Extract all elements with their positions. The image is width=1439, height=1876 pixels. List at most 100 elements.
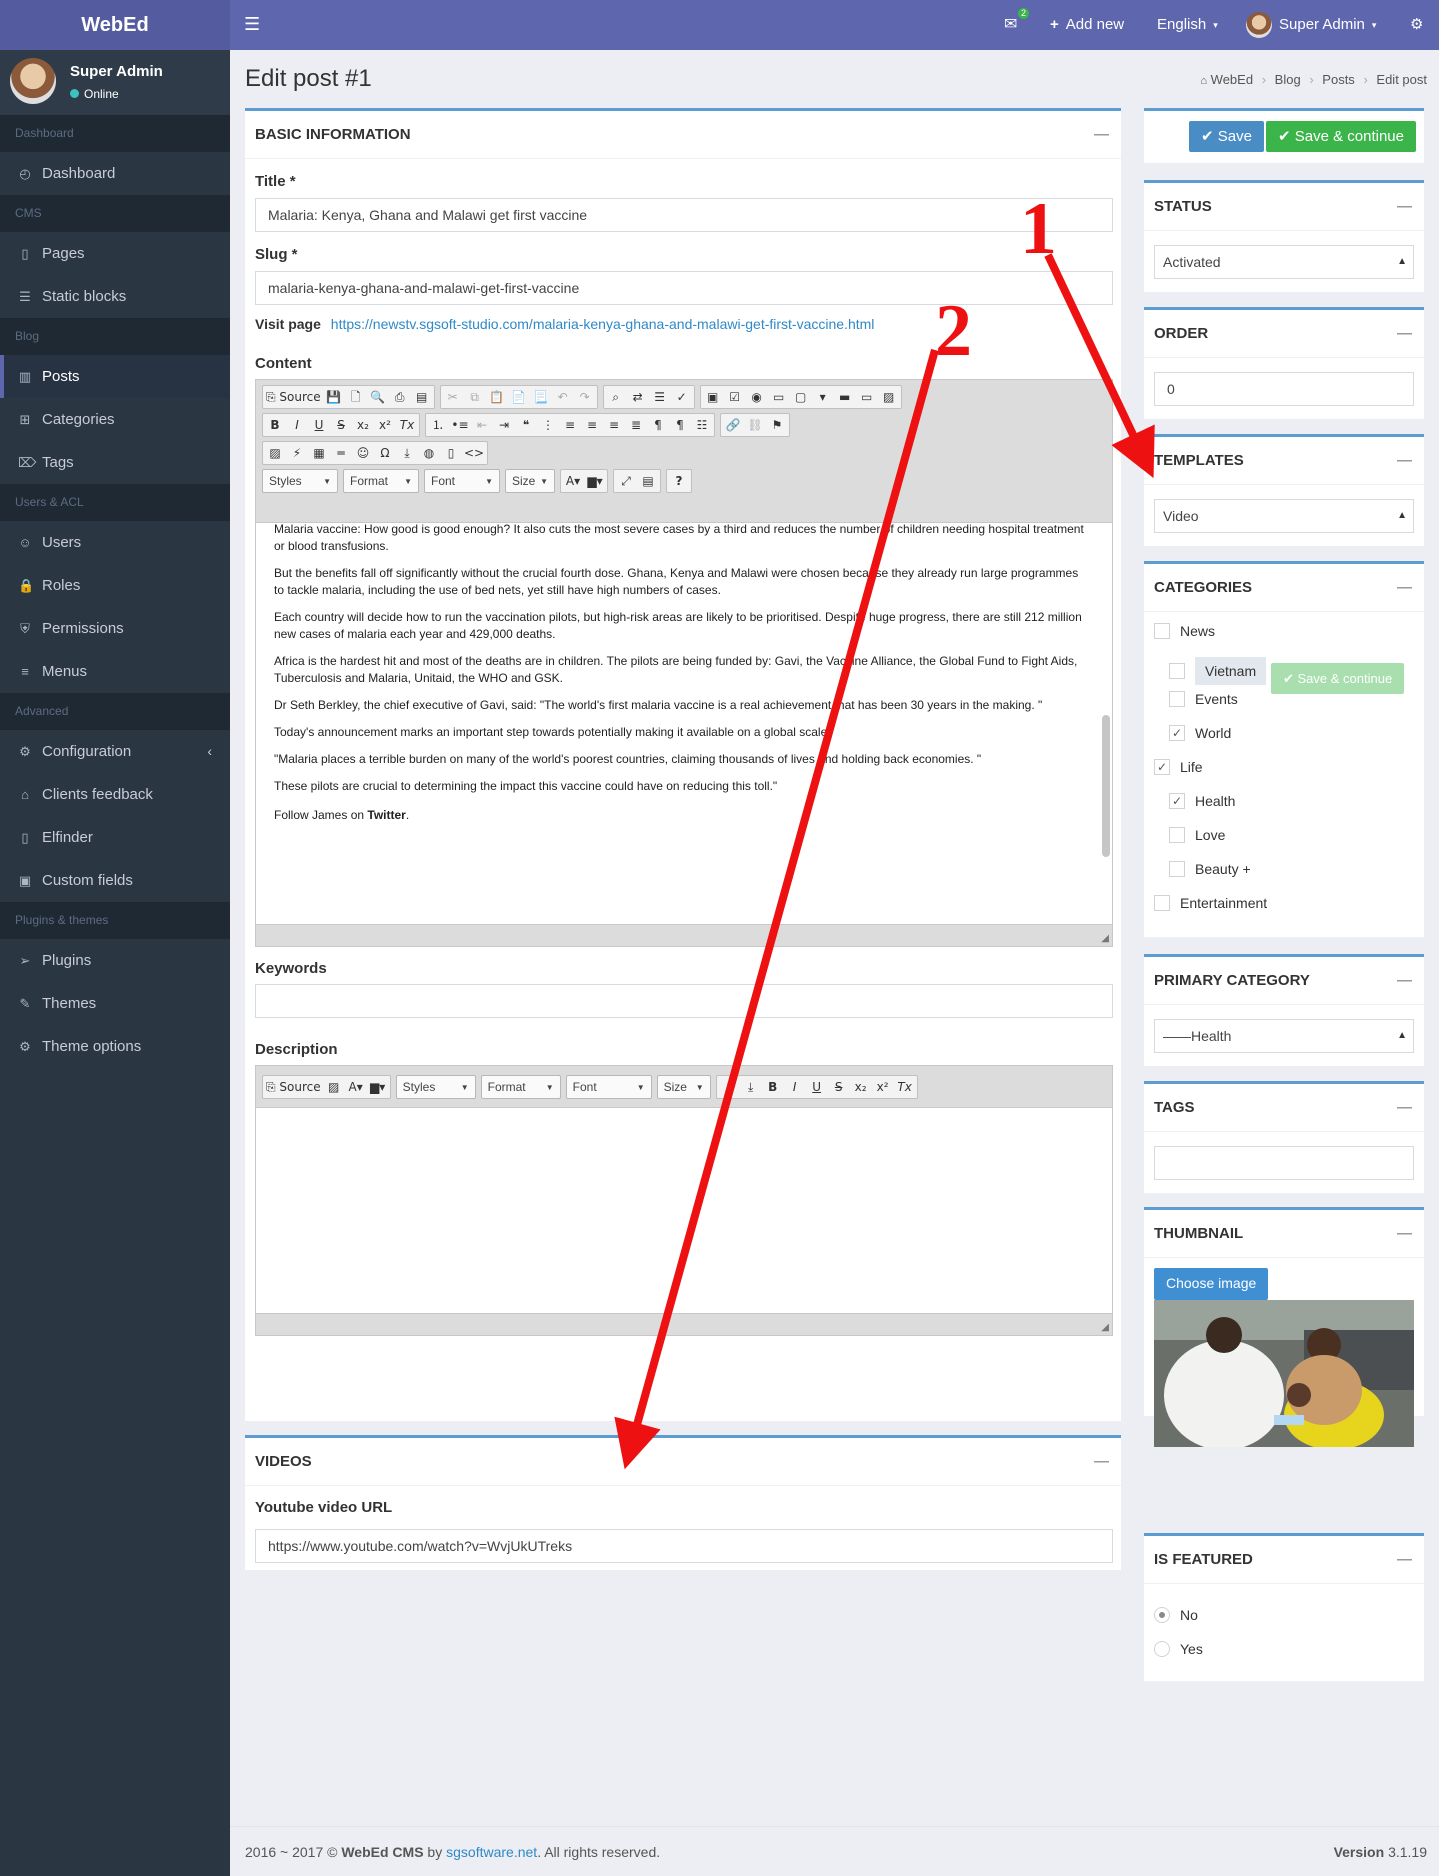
desc-format-select[interactable]: Format ▼ bbox=[480, 1075, 561, 1099]
desc-resize-bar[interactable] bbox=[256, 1313, 1112, 1335]
sidebar-item-plugins[interactable]: ➢ Plugins bbox=[0, 939, 230, 982]
checkbox-icon[interactable] bbox=[1169, 861, 1185, 877]
italic-icon[interactable]: I bbox=[288, 414, 306, 436]
form-icon[interactable]: ▣ bbox=[704, 386, 722, 408]
flash-icon[interactable]: ⚡ bbox=[288, 442, 306, 464]
sidebar-item-theme-options[interactable]: ⚙ Theme options bbox=[0, 1025, 230, 1068]
save-button[interactable]: ✔ Save bbox=[1189, 121, 1264, 152]
radio-icon[interactable] bbox=[1154, 1641, 1170, 1657]
sidebar-item-dashboard[interactable]: ◴ Dashboard bbox=[0, 152, 230, 195]
breadcrumb-webed[interactable]: WebEd bbox=[1211, 72, 1253, 87]
title-input[interactable]: Malaria: Kenya, Ghana and Malawi get fir… bbox=[255, 198, 1113, 232]
editor-resize-bar[interactable] bbox=[256, 924, 1112, 946]
order-input[interactable]: 0 bbox=[1154, 372, 1414, 406]
format-select[interactable]: Format ▼ bbox=[343, 469, 419, 493]
checkbox-icon[interactable] bbox=[1154, 623, 1170, 639]
checkbox-icon[interactable] bbox=[1169, 827, 1185, 843]
category-item[interactable]: ✓ World bbox=[1169, 725, 1231, 741]
floating-save-continue-button[interactable]: ✔ Save & continue bbox=[1271, 663, 1405, 694]
print-icon[interactable]: ⎙ bbox=[391, 386, 409, 408]
sidebar-item-static-blocks[interactable]: ☰ Static blocks bbox=[0, 275, 230, 318]
content-editor-area[interactable]: Malaria vaccine: How good is good enough… bbox=[256, 523, 1112, 926]
sidebar-item-users[interactable]: ☺ Users bbox=[0, 521, 230, 564]
sidebar-item-permissions[interactable]: ⛨ Permissions bbox=[0, 607, 230, 650]
blockquote-icon[interactable]: ❝ bbox=[517, 414, 535, 436]
save-continue-button[interactable]: ✔ Save & continue bbox=[1266, 121, 1416, 152]
collapse-icon[interactable]: — bbox=[1397, 1210, 1412, 1258]
desc-source-button[interactable]: ⎘ Source bbox=[266, 1076, 321, 1098]
new-page-icon[interactable]: 🗋 bbox=[347, 386, 365, 408]
collapse-icon[interactable]: — bbox=[1397, 183, 1412, 231]
find-icon[interactable]: ⌕ bbox=[607, 386, 625, 408]
select-icon[interactable]: ▾ bbox=[814, 386, 832, 408]
bg-color-icon[interactable]: ▆▾ bbox=[586, 470, 604, 492]
smiley-icon[interactable]: ☺ bbox=[354, 442, 372, 464]
outdent-icon[interactable]: ⇤ bbox=[473, 414, 491, 436]
notification-button[interactable]: ✉ 2 bbox=[1004, 0, 1030, 50]
category-item[interactable]: Events bbox=[1169, 691, 1238, 707]
superscript-icon[interactable]: x² bbox=[376, 414, 394, 436]
youtube-url-input[interactable]: https://www.youtube.com/watch?v=WvjUkUTr… bbox=[255, 1529, 1113, 1563]
collapse-icon[interactable]: — bbox=[1397, 437, 1412, 485]
checkbox-checked-icon[interactable]: ✓ bbox=[1169, 725, 1185, 741]
sidebar-item-menus[interactable]: ≡ Menus bbox=[0, 650, 230, 693]
category-item[interactable]: Love bbox=[1169, 827, 1225, 843]
help-icon[interactable]: ? bbox=[670, 470, 688, 492]
category-item[interactable]: Beauty + bbox=[1169, 861, 1251, 877]
size-select[interactable]: Size ▼ bbox=[505, 469, 555, 493]
copy-icon[interactable]: ⧉ bbox=[466, 386, 484, 408]
save-doc-icon[interactable]: 💾 bbox=[325, 386, 343, 408]
desc-div-icon[interactable]: ⋮ bbox=[720, 1076, 738, 1098]
keywords-input[interactable] bbox=[255, 984, 1113, 1018]
undo-icon[interactable]: ↶ bbox=[554, 386, 572, 408]
sidebar-toggle-icon[interactable]: ☰ bbox=[244, 14, 260, 34]
templates-icon[interactable]: ▤ bbox=[413, 386, 431, 408]
primary-category-select[interactable]: ——Health ▲ bbox=[1154, 1019, 1414, 1053]
breadcrumb-blog[interactable]: Blog bbox=[1275, 72, 1301, 87]
bulleted-list-icon[interactable]: •≡ bbox=[451, 414, 469, 436]
textfield-icon[interactable]: ▭ bbox=[770, 386, 788, 408]
unlink-icon[interactable]: ⛓ bbox=[746, 414, 764, 436]
desc-underline-icon[interactable]: U bbox=[808, 1076, 826, 1098]
numbered-list-icon[interactable]: ⒈ bbox=[429, 414, 447, 436]
desc-bg-color-icon[interactable]: ▆▾ bbox=[369, 1076, 387, 1098]
iframe-icon[interactable]: ◍ bbox=[420, 442, 438, 464]
sidebar-item-tags[interactable]: ⌦ Tags bbox=[0, 441, 230, 484]
collapse-icon[interactable]: — bbox=[1094, 1438, 1109, 1486]
bold-icon[interactable]: B bbox=[266, 414, 284, 436]
source-button[interactable]: ⎘ Source bbox=[266, 386, 321, 408]
hidden-field-icon[interactable]: ▨ bbox=[880, 386, 898, 408]
spellcheck-icon[interactable]: ✓ bbox=[673, 386, 691, 408]
code-icon[interactable]: <> bbox=[464, 442, 484, 464]
category-item[interactable]: Vietnam bbox=[1169, 657, 1267, 685]
cut-icon[interactable]: ✂ bbox=[444, 386, 462, 408]
category-item[interactable]: News bbox=[1154, 623, 1215, 639]
desc-styles-select[interactable]: Styles ▼ bbox=[395, 1075, 476, 1099]
radio-icon[interactable]: ◉ bbox=[748, 386, 766, 408]
styles-select[interactable]: Styles ▼ bbox=[262, 469, 338, 493]
link-icon[interactable]: 🔗 bbox=[724, 414, 742, 436]
desc-bold-icon[interactable]: B bbox=[764, 1076, 782, 1098]
radio-selected-icon[interactable] bbox=[1154, 1607, 1170, 1623]
font-select[interactable]: Font ▼ bbox=[424, 469, 500, 493]
subscript-icon[interactable]: x₂ bbox=[354, 414, 372, 436]
desc-subscript-icon[interactable]: x₂ bbox=[852, 1076, 870, 1098]
desc-superscript-icon[interactable]: x² bbox=[874, 1076, 892, 1098]
checkbox-icon[interactable]: ☑ bbox=[726, 386, 744, 408]
settings-cogs-icon[interactable]: ⚙ bbox=[1410, 0, 1423, 50]
button-icon[interactable]: ▬ bbox=[836, 386, 854, 408]
editor-scrollbar[interactable] bbox=[1102, 715, 1110, 857]
collapse-icon[interactable]: — bbox=[1397, 564, 1412, 612]
page-break-icon[interactable]: ⤓ bbox=[398, 442, 416, 464]
paste-icon[interactable]: 📋 bbox=[488, 386, 506, 408]
collapse-icon[interactable]: — bbox=[1094, 111, 1109, 159]
collapse-icon[interactable]: — bbox=[1397, 1536, 1412, 1584]
table-icon[interactable]: ▦ bbox=[310, 442, 328, 464]
select-all-icon[interactable]: ☰ bbox=[651, 386, 669, 408]
checkbox-icon[interactable] bbox=[1169, 691, 1185, 707]
remove-format-icon[interactable]: Tx bbox=[398, 414, 416, 436]
image-icon[interactable]: ▨ bbox=[266, 442, 284, 464]
visit-page-link[interactable]: https://newstv.sgsoft-studio.com/malaria… bbox=[331, 316, 875, 332]
category-item[interactable]: Entertainment bbox=[1154, 895, 1267, 911]
featured-option[interactable]: Yes bbox=[1154, 1641, 1203, 1657]
